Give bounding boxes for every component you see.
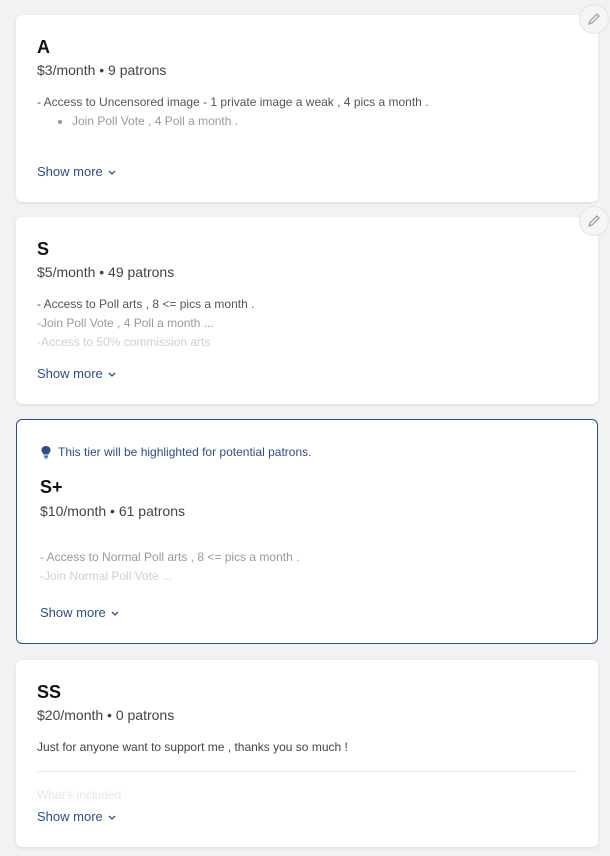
- description-line: - Access to Uncensored image - 1 private…: [37, 95, 429, 109]
- edit-tier-button[interactable]: [579, 4, 609, 34]
- tier-price: $20/month • 0 patrons: [37, 707, 175, 723]
- tier-name: A: [37, 37, 50, 57]
- tier-name: S: [37, 239, 50, 259]
- description-line: -Join Normal Poll Vote ...: [40, 569, 173, 583]
- description-line: - Access to Poll arts , 8 <= pics a mont…: [37, 297, 255, 311]
- show-more-button[interactable]: Show more: [37, 809, 117, 824]
- show-more-button[interactable]: Show more: [37, 164, 117, 179]
- tier-description: Just for anyone want to support me , tha…: [37, 738, 577, 757]
- included-heading: What's included: [37, 786, 121, 805]
- show-more-label: Show more: [40, 605, 106, 620]
- pencil-icon: [588, 13, 600, 25]
- description-line: - Access to Normal Poll arts , 8 <= pics…: [40, 550, 300, 564]
- tier-price: $10/month • 61 patrons: [40, 503, 185, 519]
- tier-description: - Access to Normal Poll arts , 8 <= pics…: [40, 548, 580, 586]
- pencil-icon: [588, 215, 600, 227]
- show-more-label: Show more: [37, 809, 103, 824]
- tier-card-a: A $3/month • 9 patrons - Access to Uncen…: [16, 15, 598, 202]
- edit-tier-button[interactable]: [579, 206, 609, 236]
- chevron-down-icon: [108, 815, 116, 820]
- tier-name: SS: [37, 682, 62, 702]
- highlight-note: This tier will be highlighted for potent…: [40, 445, 311, 459]
- description-line: -Join Poll Vote , 4 Poll a month ...: [37, 316, 214, 330]
- lightbulb-icon: [41, 446, 51, 459]
- description-line: Just for anyone want to support me , tha…: [37, 740, 348, 754]
- show-more-label: Show more: [37, 366, 103, 381]
- highlight-note-text: This tier will be highlighted for potent…: [58, 445, 312, 459]
- tier-card-ss: SS $20/month • 0 patrons Just for anyone…: [16, 660, 598, 847]
- tier-price: $5/month • 49 patrons: [37, 264, 175, 280]
- tier-price: $3/month • 9 patrons: [37, 62, 167, 78]
- tier-description: - Access to Poll arts , 8 <= pics a mont…: [37, 295, 577, 352]
- tier-card-s-plus: This tier will be highlighted for potent…: [16, 419, 598, 644]
- show-more-label: Show more: [37, 164, 103, 179]
- tier-name: S+: [40, 477, 63, 497]
- included-heading-text: What's included: [37, 788, 122, 802]
- description-bullet: Join Poll Vote , 4 Poll a month .: [72, 112, 577, 131]
- chevron-down-icon: [111, 611, 119, 616]
- show-more-button[interactable]: Show more: [40, 605, 120, 620]
- chevron-down-icon: [108, 372, 116, 377]
- divider: [37, 771, 577, 772]
- description-line: -Access to 50% commission arts: [37, 335, 211, 349]
- tier-description: - Access to Uncensored image - 1 private…: [37, 93, 577, 131]
- tier-card-s: S $5/month • 49 patrons - Access to Poll…: [16, 217, 598, 404]
- show-more-button[interactable]: Show more: [37, 366, 117, 381]
- chevron-down-icon: [108, 170, 116, 175]
